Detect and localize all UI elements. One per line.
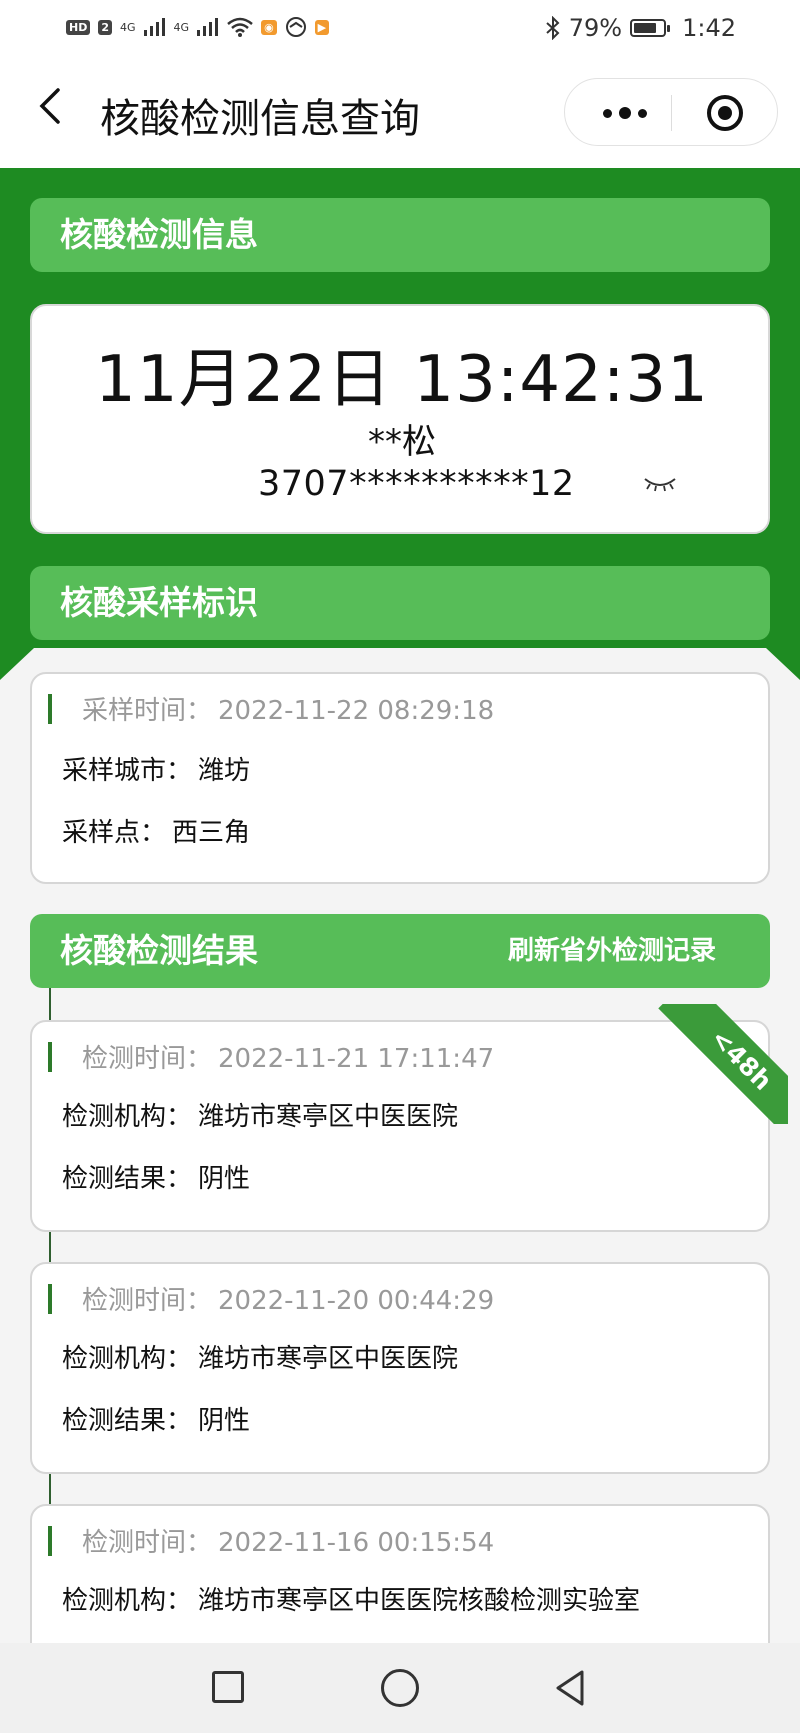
- card-accent-bar: [48, 1042, 52, 1072]
- results-header-title: 核酸检测结果: [60, 931, 258, 970]
- wifi-icon: [227, 17, 253, 37]
- test-org-label: 检测机构：: [62, 1586, 193, 1616]
- sampling-card: 采样时间： 2022-11-22 08:29:18 采样城市： 潍坊 采样点： 西三角: [30, 672, 770, 884]
- test-time-value: 2022-11-21 17:11:47: [218, 1044, 495, 1074]
- bluetooth-icon: [546, 16, 560, 40]
- battery-icon: [630, 19, 671, 37]
- network-label-2: 4G: [173, 20, 190, 34]
- sampling-time-value: 2022-11-22 08:29:18: [218, 696, 495, 726]
- sampling-city-label: 采样城市：: [62, 756, 193, 786]
- card-accent-bar: [48, 1526, 52, 1556]
- signal-icon: [197, 18, 219, 36]
- test-result-row: 检测结果： 阴性: [62, 1400, 250, 1437]
- nav-bar: 核酸检测信息查询: [0, 62, 800, 168]
- test-org-row: 检测机构： 潍坊市寒亭区中医医院核酸检测实验室: [62, 1580, 640, 1617]
- sampling-city-value: 潍坊: [198, 756, 251, 786]
- signal-icon: [143, 18, 165, 36]
- test-org-value: 潍坊市寒亭区中医医院核酸检测实验室: [198, 1586, 641, 1616]
- test-result-label: 检测结果：: [62, 1406, 193, 1436]
- sampling-site-value: 西三角: [172, 818, 251, 848]
- video-app-icon: ▶: [314, 19, 330, 35]
- hd-indicator: HD: [66, 19, 91, 35]
- back-nav-icon[interactable]: [552, 1669, 588, 1707]
- card-accent-bar: [48, 1284, 52, 1314]
- sampling-time-label: 采样时间：: [82, 696, 213, 726]
- eye-closed-icon[interactable]: [642, 474, 678, 494]
- test-time-value: 2022-11-20 00:44:29: [218, 1286, 495, 1316]
- result-card: 检测时间： 2022-11-21 17:11:47 检测机构： 潍坊市寒亭区中医医院…: [30, 1020, 770, 1232]
- home-icon[interactable]: [381, 1669, 419, 1707]
- sim-indicator: 2: [98, 19, 112, 35]
- current-datetime: 11月22日 13:42:31: [95, 343, 709, 417]
- system-nav-bar: [0, 1643, 800, 1733]
- status-bar: HD 2 4G 4G ◉ ▶ 79% 1:42: [0, 0, 800, 62]
- test-result-value: 阴性: [198, 1406, 251, 1436]
- more-icon[interactable]: [595, 97, 655, 129]
- section-header-results: 核酸检测结果 刷新省外检测记录: [30, 914, 770, 988]
- sampling-site-row: 采样点： 西三角: [62, 812, 250, 849]
- sampling-city-row: 采样城市： 潍坊: [62, 750, 250, 787]
- test-result-value: 阴性: [198, 1164, 251, 1194]
- network-label-1: 4G: [120, 20, 136, 34]
- sampling-time-row: 采样时间： 2022-11-22 08:29:18: [82, 690, 494, 727]
- test-result-label: 检测结果：: [62, 1164, 193, 1194]
- test-time-row: 检测时间： 2022-11-20 00:44:29: [82, 1280, 494, 1317]
- section-header-sampling: 核酸采样标识: [30, 566, 770, 640]
- capsule-divider: [671, 95, 672, 131]
- test-org-value: 潍坊市寒亭区中医医院: [198, 1344, 459, 1374]
- masked-id-number: 3707**********12: [258, 464, 575, 504]
- weibo-icon: ◉: [261, 19, 277, 35]
- test-org-value: 潍坊市寒亭区中医医院: [198, 1102, 459, 1132]
- card-accent-bar: [48, 694, 52, 724]
- mini-program-capsule: [564, 78, 778, 146]
- back-icon[interactable]: [30, 84, 74, 128]
- test-org-label: 检测机构：: [62, 1102, 193, 1132]
- test-time-row: 检测时间： 2022-11-21 17:11:47: [82, 1038, 494, 1075]
- test-time-value: 2022-11-16 00:15:54: [218, 1528, 495, 1558]
- result-card: 检测时间： 2022-11-20 00:44:29 检测机构： 潍坊市寒亭区中医医院…: [30, 1262, 770, 1474]
- battery-fill: [634, 23, 657, 33]
- clock: 1:42: [682, 14, 736, 42]
- test-org-row: 检测机构： 潍坊市寒亭区中医医院: [62, 1096, 458, 1133]
- masked-name: **松: [368, 422, 436, 462]
- test-time-label: 检测时间：: [82, 1528, 213, 1558]
- info-card: 11月22日 13:42:31 **松 3707**********12: [30, 304, 770, 534]
- test-org-label: 检测机构：: [62, 1344, 193, 1374]
- refresh-out-of-province-button[interactable]: 刷新省外检测记录: [508, 914, 716, 988]
- sampling-site-label: 采样点：: [62, 818, 167, 848]
- status-left: HD 2 4G 4G ◉ ▶: [66, 16, 330, 38]
- section-header-info: 核酸检测信息: [30, 198, 770, 272]
- test-org-row: 检测机构： 潍坊市寒亭区中医医院: [62, 1338, 458, 1375]
- status-right: 79% 1:42: [545, 14, 736, 42]
- browser-icon: [285, 17, 306, 37]
- test-time-label: 检测时间：: [82, 1286, 213, 1316]
- test-time-label: 检测时间：: [82, 1044, 213, 1074]
- close-mini-program-icon[interactable]: [705, 93, 745, 133]
- recent-apps-icon[interactable]: [212, 1671, 244, 1703]
- test-result-row: 检测结果： 阴性: [62, 1158, 250, 1195]
- battery-percent: 79%: [568, 14, 623, 42]
- test-time-row: 检测时间： 2022-11-16 00:15:54: [82, 1522, 494, 1559]
- page-title: 核酸检测信息查询: [100, 96, 420, 142]
